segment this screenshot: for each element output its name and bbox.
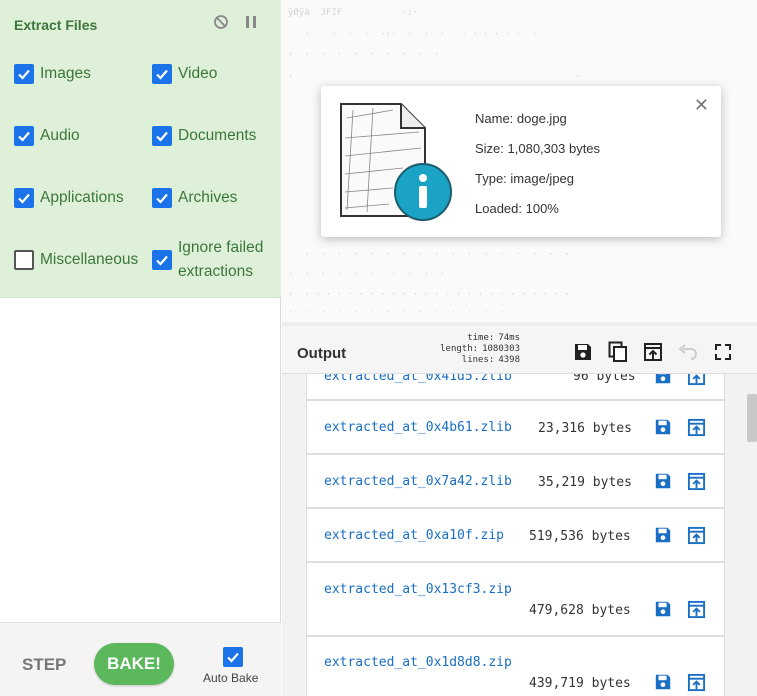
- checkbox-checked-icon[interactable]: [14, 64, 34, 84]
- pause-icon[interactable]: [243, 14, 259, 30]
- controls-bar: STEP BAKE! Auto Bake: [0, 622, 281, 696]
- file-size: 439,719 bytes: [529, 676, 631, 691]
- stat-time-label: time:: [467, 333, 495, 343]
- load-as-input-icon[interactable]: [685, 416, 707, 438]
- file-size: 479,628 bytes: [529, 603, 631, 618]
- output-stats: time: 74ms length: 1080303 lines: 4398: [440, 333, 520, 366]
- list-item: extracted_at_0x1d8d8.zip 439,719 bytes: [306, 636, 725, 696]
- option-label: Images: [40, 65, 91, 82]
- option-applications[interactable]: Applications: [14, 186, 124, 210]
- app-root: Extract Files Images Video Audio Documen…: [0, 0, 757, 696]
- output-scrollbar[interactable]: [747, 394, 757, 442]
- option-archives[interactable]: Archives: [152, 186, 237, 210]
- load-as-input-icon[interactable]: [685, 671, 707, 693]
- load-as-input-icon[interactable]: [685, 598, 707, 620]
- file-info-icon: [340, 103, 452, 221]
- disable-icon[interactable]: [213, 14, 229, 30]
- auto-bake-label: Auto Bake: [203, 671, 259, 685]
- option-label: Audio: [40, 127, 80, 144]
- recipe-panel: Extract Files Images Video Audio Documen…: [0, 0, 281, 696]
- list-item: extracted_at_0xa10f.zip 519,536 bytes: [306, 508, 725, 562]
- checkbox-checked-icon[interactable]: [152, 64, 172, 84]
- checkbox-checked-icon[interactable]: [152, 250, 172, 270]
- save-icon[interactable]: [652, 470, 674, 492]
- checkbox-checked-icon[interactable]: [14, 126, 34, 146]
- stat-lines: 4398: [498, 355, 520, 365]
- load-as-input-icon[interactable]: [685, 524, 707, 546]
- option-label: Video: [178, 65, 218, 82]
- save-icon[interactable]: [571, 340, 595, 364]
- file-link[interactable]: extracted_at_0xa10f.zip: [324, 528, 504, 543]
- stat-lines-label: lines:: [461, 355, 495, 365]
- option-miscellaneous[interactable]: Miscellaneous: [14, 248, 138, 272]
- list-item: extracted_at_0x13cf3.zip 479,628 bytes: [306, 562, 725, 636]
- auto-bake-checkbox[interactable]: [223, 647, 243, 667]
- load-as-input-icon[interactable]: [685, 470, 707, 492]
- save-icon[interactable]: [652, 524, 674, 546]
- copy-icon[interactable]: [606, 340, 630, 364]
- stat-length-label: length:: [440, 344, 479, 354]
- file-size: Size: 1,080,303 bytes: [475, 141, 601, 156]
- checkbox-unchecked-icon[interactable]: [14, 250, 34, 270]
- extract-files-operation: Extract Files Images Video Audio Documen…: [0, 0, 281, 298]
- file-size: 519,536 bytes: [529, 529, 631, 544]
- file-details-popup: Name: doge.jpg Size: 1,080,303 bytes Typ…: [321, 86, 721, 237]
- save-icon[interactable]: [652, 416, 674, 438]
- file-type: Type: image/jpeg: [475, 171, 575, 186]
- undo-icon[interactable]: [676, 340, 700, 364]
- option-label: Ignore failed extractions: [178, 239, 264, 280]
- option-video[interactable]: Video: [152, 62, 217, 86]
- operation-controls: [213, 14, 259, 30]
- operation-title: Extract Files: [14, 17, 98, 33]
- maximize-icon[interactable]: [711, 340, 735, 364]
- file-size: 35,219 bytes: [538, 475, 632, 490]
- stat-time: 74ms: [498, 333, 520, 343]
- option-ignore-failed[interactable]: Ignore failed extractions: [152, 236, 272, 284]
- option-audio[interactable]: Audio: [14, 124, 80, 148]
- step-button[interactable]: STEP: [22, 655, 66, 675]
- option-label: Archives: [178, 189, 238, 206]
- option-label: Miscellaneous: [40, 251, 139, 268]
- option-images[interactable]: Images: [14, 62, 91, 86]
- close-icon[interactable]: ✕: [694, 95, 709, 116]
- list-item: extracted_at_0x4b61.zlib 23,316 bytes: [306, 400, 725, 454]
- replace-input-icon[interactable]: [641, 340, 665, 364]
- file-name: Name: doge.jpg: [475, 111, 567, 126]
- file-link[interactable]: extracted_at_0x1d8d8.zip: [324, 655, 512, 670]
- output-toolbar: [571, 340, 735, 364]
- file-link[interactable]: extracted_at_0x4b61.zlib: [324, 420, 512, 435]
- save-icon[interactable]: [652, 598, 674, 620]
- option-label: Applications: [40, 189, 124, 206]
- file-size: 23,316 bytes: [538, 421, 632, 436]
- output-header: Output time: 74ms length: 1080303 lines: 43…: [282, 326, 757, 374]
- file-link[interactable]: extracted_at_0x7a42.zlib: [324, 474, 512, 489]
- option-documents[interactable]: Documents: [152, 124, 256, 148]
- option-label: Documents: [178, 127, 257, 144]
- bake-button[interactable]: BAKE!: [94, 643, 174, 685]
- checkbox-checked-icon[interactable]: [152, 126, 172, 146]
- file-loaded: Loaded: 100%: [475, 201, 559, 216]
- file-link[interactable]: extracted_at_0x13cf3.zip: [324, 582, 512, 597]
- output-title: Output: [297, 345, 347, 362]
- checkbox-checked-icon[interactable]: [152, 188, 172, 208]
- save-icon[interactable]: [652, 671, 674, 693]
- checkbox-checked-icon[interactable]: [14, 188, 34, 208]
- stat-length: 1080303: [482, 344, 520, 354]
- list-item: extracted_at_0x7a42.zlib 35,219 bytes: [306, 454, 725, 508]
